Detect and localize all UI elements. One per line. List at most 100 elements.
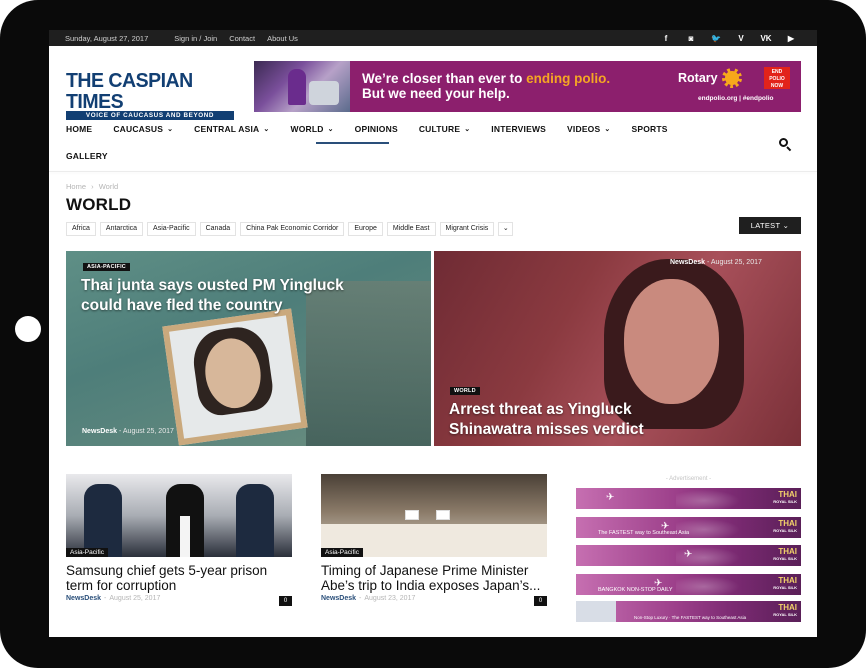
nav-home[interactable]: HOME [66,124,92,134]
thai-airways-ad-2[interactable]: ✈ The FASTEST way to Southeast Asia THAI… [576,517,801,538]
header-ad-banner[interactable]: We’re closer than ever to ending polio. … [254,61,801,112]
nav-label: GALLERY [66,151,108,161]
article-card-2: Asia-Pacific Timing of Japanese Prime Mi… [321,474,547,606]
ad-headline: We’re closer than ever to ending polio. … [362,71,610,101]
chevron-down-icon: ⌄ [464,126,471,133]
current-date: Sunday, August 27, 2017 [65,33,149,43]
nav-videos[interactable]: VIDEOS ⌄ [567,124,610,134]
contact-link[interactable]: Contact [229,34,255,43]
rotary-wheel-icon [722,68,742,88]
tags-more-chevron-icon[interactable]: ⌄ [498,222,514,236]
thai-logo: THAI ROYAL SILK [773,547,797,562]
browser-viewport: Sunday, August 27, 2017 Sign in / Join C… [49,30,817,637]
ad-line1-highlight: ending polio. [526,71,611,86]
featured-article-2[interactable]: NewsDesk - August 25, 2017 WORLD Arrest … [434,251,801,446]
article-thumbnail[interactable]: Asia-Pacific [66,474,292,557]
ad-text: Non-Stop Luxury · The FASTEST way to Sou… [634,615,747,620]
nav-world[interactable]: WORLD ⌄ [290,124,333,134]
featured-category-badge[interactable]: WORLD [450,387,480,395]
tag-africa[interactable]: Africa [66,222,96,236]
nav-label: OPINIONS [354,124,398,134]
social-icons: f ◙ 🐦 V VK ▶ [660,30,797,46]
article-date: August 23, 2017 [364,595,416,602]
sort-latest-button[interactable]: LATEST ⌄ [739,217,801,234]
nav-culture[interactable]: CULTURE ⌄ [419,124,470,134]
article-meta: NewsDesk - August 25, 2017 0 [66,595,292,606]
article-title[interactable]: Samsung chief gets 5-year prison term fo… [66,563,292,593]
thai-logo: THAI ROYAL SILK [773,519,797,534]
article-thumbnail[interactable]: Asia-Pacific [321,474,547,557]
vk-icon[interactable]: VK [760,34,772,43]
article-meta: NewsDesk - August 23, 2017 0 [321,595,547,606]
chevron-down-icon: ⌄ [167,126,174,133]
article-category-badge[interactable]: Asia-Pacific [66,548,108,557]
tag-china-pak[interactable]: China Pak Economic Corridor [240,222,345,236]
main-nav-row-2: GALLERY [66,151,108,161]
article-title[interactable]: Timing of Japanese Prime Minister Abe’s … [321,563,547,593]
featured-article-1[interactable]: ASIA-PACIFIC Thai junta says ousted PM Y… [66,251,431,446]
article-date: August 25, 2017 [109,595,161,602]
thai-airways-ad-4[interactable]: ✈ BANGKOK NON-STOP DAILY THAI ROYAL SILK [576,574,801,595]
article-author[interactable]: NewsDesk [66,595,101,602]
ad-line2: But we need your help. [362,86,510,101]
nav-gallery[interactable]: GALLERY [66,151,108,161]
tag-canada[interactable]: Canada [199,222,237,236]
nav-sports[interactable]: SPORTS [631,124,667,134]
chevron-down-icon: ⌄ [263,126,270,133]
thai-airways-ad-3[interactable]: ✈ THAI ROYAL SILK [576,545,801,566]
airplane-icon: ✈ [684,549,693,560]
category-tags: Africa Antarctica Asia-Pacific Canada Ch… [66,222,514,236]
tag-asia-pacific[interactable]: Asia-Pacific [147,222,196,236]
featured-title[interactable]: Arrest threat as Yingluck Shinawatra mis… [449,400,709,440]
facebook-icon[interactable]: f [660,34,672,43]
airplane-icon: ✈ [606,492,615,503]
sign-in-link[interactable]: Sign in / Join [174,34,217,43]
top-bar: Sunday, August 27, 2017 Sign in / Join C… [49,30,817,46]
featured-title[interactable]: Thai junta says ousted PM Yingluck could… [81,276,381,316]
instagram-icon[interactable]: ◙ [685,34,697,43]
thai-logo: THAI ROYAL SILK [773,490,797,505]
breadcrumb-current[interactable]: World [99,182,118,191]
site-logo[interactable]: THE CASPIAN TIMES VOICE OF CAUCASUS AND … [66,70,234,120]
twitter-icon[interactable]: 🐦 [710,34,722,43]
thai-airways-ad-1[interactable]: ✈ THAI ROYAL SILK [576,488,801,509]
featured-meta: NewsDesk - August 25, 2017 [670,259,762,266]
breadcrumb-home[interactable]: Home [66,182,86,191]
featured-image-portrait [162,308,308,446]
thai-airways-ad-5[interactable]: Non-Stop Luxury · The FASTEST way to Sou… [576,601,801,622]
breadcrumb-separator: › [91,182,94,191]
nav-interviews[interactable]: INTERVIEWS [491,124,546,134]
article-category-badge[interactable]: Asia-Pacific [321,548,363,557]
nav-label: CAUCASUS [113,124,164,134]
tablet-home-button[interactable] [15,316,41,342]
tag-europe[interactable]: Europe [348,222,383,236]
thai-logo: THAI ROYAL SILK [773,603,797,618]
article-card-1: Asia-Pacific Samsung chief gets 5-year p… [66,474,292,606]
tag-antarctica[interactable]: Antarctica [99,222,144,236]
article-author[interactable]: NewsDesk [321,595,356,602]
youtube-icon[interactable]: ▶ [785,34,797,43]
featured-author[interactable]: NewsDesk [82,428,117,435]
chevron-down-icon: ⌄ [604,126,611,133]
site-header: THE CASPIAN TIMES VOICE OF CAUCASUS AND … [49,46,817,120]
tag-migrant-crisis[interactable]: Migrant Crisis [439,222,495,236]
about-us-link[interactable]: About Us [267,34,298,43]
ad-line1-prefix: We’re closer than ever to [362,71,527,86]
vimeo-icon[interactable]: V [735,34,747,43]
comment-count-badge[interactable]: 0 [534,596,547,606]
featured-date: August 25, 2017 [122,428,174,435]
nav-divider [49,171,817,172]
nav-opinions[interactable]: OPINIONS [355,124,398,134]
nav-central-asia[interactable]: CENTRAL ASIA ⌄ [194,124,269,134]
nav-label: CENTRAL ASIA [194,124,260,134]
search-icon[interactable] [779,138,792,152]
advertisement-label: - Advertisement - [665,476,712,482]
end-polio-badge: END POLIO NOW [764,67,790,89]
comment-count-badge[interactable]: 0 [279,596,292,606]
tag-middle-east[interactable]: Middle East [386,222,436,236]
featured-category-badge[interactable]: ASIA-PACIFIC [83,263,130,271]
nav-caucasus[interactable]: CAUCASUS ⌄ [113,124,173,134]
page-title: WORLD [66,195,132,214]
nav-active-indicator [316,142,389,144]
featured-author[interactable]: NewsDesk [670,259,705,266]
